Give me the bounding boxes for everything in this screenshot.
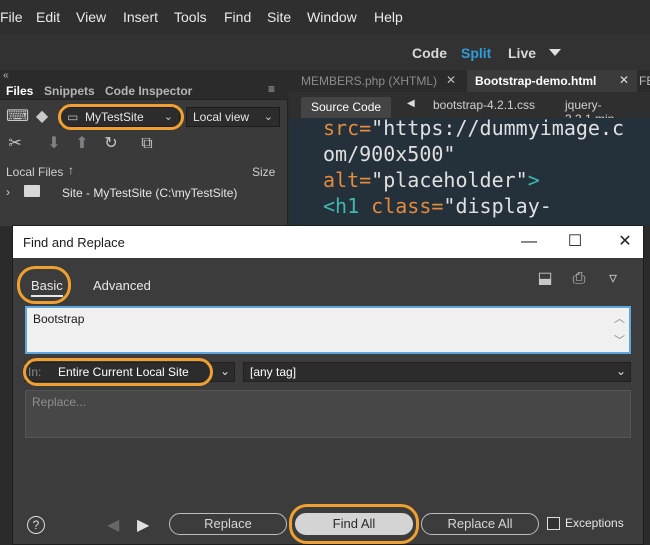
tab-members-php[interactable]: MEMBERS.php (XHTML) xyxy=(293,70,445,92)
close-icon[interactable]: ✕ xyxy=(615,232,635,252)
document-tab-bar: MEMBERS.php (XHTML) ✕ Bootstrap-demo.htm… xyxy=(289,70,650,92)
code-token: alt= xyxy=(323,168,372,192)
git-icon[interactable]: ◆ xyxy=(33,108,51,126)
collapse-panel-icon[interactable]: « xyxy=(3,70,9,81)
find-all-button[interactable]: Find All xyxy=(295,513,413,535)
maximize-icon[interactable]: ☐ xyxy=(565,232,585,252)
code-line: src="https://dummyimage.c xyxy=(323,118,624,140)
site-select-value: MyTestSite xyxy=(85,110,144,124)
code-token: class= xyxy=(371,194,444,218)
tab-bootstrap-demo[interactable]: Bootstrap-demo.html xyxy=(467,70,637,92)
get-files-icon[interactable]: ⬇ xyxy=(46,135,62,153)
tree-expand-icon[interactable]: › xyxy=(6,185,10,199)
refresh-icon[interactable]: ↻ xyxy=(102,135,120,153)
menu-view[interactable]: View xyxy=(76,9,106,25)
view-select-value: Local view xyxy=(193,110,250,124)
find-input-value: Bootstrap xyxy=(33,312,85,326)
menu-help[interactable]: Help xyxy=(374,9,403,25)
replace-input[interactable]: Replace... xyxy=(25,390,631,438)
chevron-down-icon: ⌄ xyxy=(219,364,230,378)
code-token: "placeholder" xyxy=(371,168,528,192)
load-query-icon[interactable]: ⬓ xyxy=(535,270,555,288)
tab-advanced[interactable]: Advanced xyxy=(93,278,151,293)
menu-insert[interactable]: Insert xyxy=(123,9,158,25)
scroll-left-icon[interactable]: ◀ xyxy=(407,98,415,109)
close-tab-icon[interactable]: ✕ xyxy=(446,73,456,87)
put-files-icon[interactable]: ⬆ xyxy=(74,135,90,153)
exceptions-label: Exceptions xyxy=(565,516,624,530)
folder-icon: ▭ xyxy=(67,110,79,124)
save-query-icon[interactable]: ⎙ xyxy=(569,270,589,288)
connect-server-icon[interactable]: ⌨ xyxy=(6,108,29,126)
replace-button[interactable]: Replace xyxy=(169,513,287,535)
tab-snippets[interactable]: Snippets xyxy=(44,84,95,98)
chevron-down-icon: ⌄ xyxy=(263,111,273,123)
related-files-bar: Source Code ◀ bootstrap-4.2.1.css jquery… xyxy=(289,92,650,126)
in-label: In: xyxy=(28,365,42,379)
panel-tab-bar: « Files Snippets Code Inspector ≡ xyxy=(0,70,288,100)
site-select[interactable]: ▭ MyTestSite ⌄ xyxy=(60,107,180,127)
code-editor[interactable]: src="https://dummyimage.c om/900x500" alt=… xyxy=(289,118,650,226)
folder-icon xyxy=(24,185,40,197)
menu-tools[interactable]: Tools xyxy=(174,9,207,25)
previous-result-icon[interactable]: ◀ xyxy=(107,515,119,535)
scroll-up-icon[interactable]: ︿ xyxy=(614,310,625,326)
code-token: om/900x500" xyxy=(323,142,456,166)
chevron-down-icon: ⌄ xyxy=(615,364,626,378)
tab-basic[interactable]: Basic xyxy=(31,278,63,297)
tag-select-value: [any tag] xyxy=(250,365,297,379)
dialog-title: Find and Replace xyxy=(23,235,125,250)
disconnect-icon[interactable]: ✂ xyxy=(6,135,24,153)
code-token: "display- xyxy=(443,194,552,218)
tag-select[interactable]: [any tag] ⌄ xyxy=(243,362,631,382)
replace-all-button[interactable]: Replace All xyxy=(421,513,539,535)
expand-panel-icon[interactable]: ⧉ xyxy=(138,135,156,153)
dialog-title-bar: Find and Replace — ☐ ✕ xyxy=(13,226,643,258)
exceptions-checkbox[interactable] xyxy=(547,517,560,530)
local-files-header[interactable]: Local Files xyxy=(6,165,63,179)
help-icon[interactable]: ? xyxy=(27,516,45,534)
site-tree-item[interactable]: Site - MyTestSite (C:\myTestSite) xyxy=(62,186,237,200)
tab-code-inspector[interactable]: Code Inspector xyxy=(105,84,192,98)
find-replace-dialog: Find and Replace — ☐ ✕ Basic Advanced ⬓ … xyxy=(12,225,644,545)
menu-site[interactable]: Site xyxy=(267,9,291,25)
live-options-caret-icon[interactable] xyxy=(549,49,561,57)
search-scope-value: Entire Current Local Site xyxy=(58,365,189,379)
menu-window[interactable]: Window xyxy=(307,9,357,25)
code-token: src= xyxy=(323,118,372,140)
code-token: > xyxy=(527,168,540,192)
size-column-header[interactable]: Size xyxy=(252,165,275,179)
sort-up-arrow-icon[interactable]: ↑ xyxy=(68,163,74,177)
code-line: om/900x500" xyxy=(323,142,455,166)
next-result-icon[interactable]: ▶ xyxy=(137,515,149,535)
code-token: <h1 xyxy=(323,194,372,218)
filter-icon[interactable]: ▿ xyxy=(603,270,623,288)
search-scope-select[interactable]: In: Entire Current Local Site ⌄ xyxy=(25,362,235,382)
code-line: alt="placeholder"> xyxy=(323,168,540,192)
source-code-button[interactable]: Source Code xyxy=(301,97,392,119)
live-view-button[interactable]: Live xyxy=(508,45,536,61)
menu-edit[interactable]: Edit xyxy=(36,9,60,25)
tab-files[interactable]: Files xyxy=(6,84,33,98)
menu-file[interactable]: File xyxy=(0,9,23,25)
close-tab-icon[interactable]: ✕ xyxy=(619,73,629,87)
chevron-down-icon: ⌄ xyxy=(163,111,173,123)
scroll-down-icon[interactable]: ﹀ xyxy=(614,332,625,348)
code-token: "https://dummyimage.c xyxy=(371,118,625,140)
view-switcher-bar: Code Split Live xyxy=(0,34,650,70)
menu-find[interactable]: Find xyxy=(224,9,251,25)
menu-bar: File Edit View Insert Tools Find Site Wi… xyxy=(0,0,650,34)
code-view-button[interactable]: Code xyxy=(412,45,447,61)
code-line: <h1 class="display- xyxy=(323,194,552,218)
related-file-bootstrap-css[interactable]: bootstrap-4.2.1.css xyxy=(433,98,535,112)
replace-placeholder: Replace... xyxy=(32,395,87,409)
tab-fe[interactable]: FE xyxy=(631,70,650,92)
files-panel: « Files Snippets Code Inspector ≡ ⌨ ◆ ▭ … xyxy=(0,70,288,226)
view-select[interactable]: Local view ⌄ xyxy=(186,107,280,127)
panel-menu-icon[interactable]: ≡ xyxy=(268,82,275,96)
split-view-button[interactable]: Split xyxy=(461,45,491,61)
minimize-icon[interactable]: — xyxy=(519,232,539,252)
find-input[interactable]: Bootstrap ︿ ﹀ xyxy=(25,306,631,354)
